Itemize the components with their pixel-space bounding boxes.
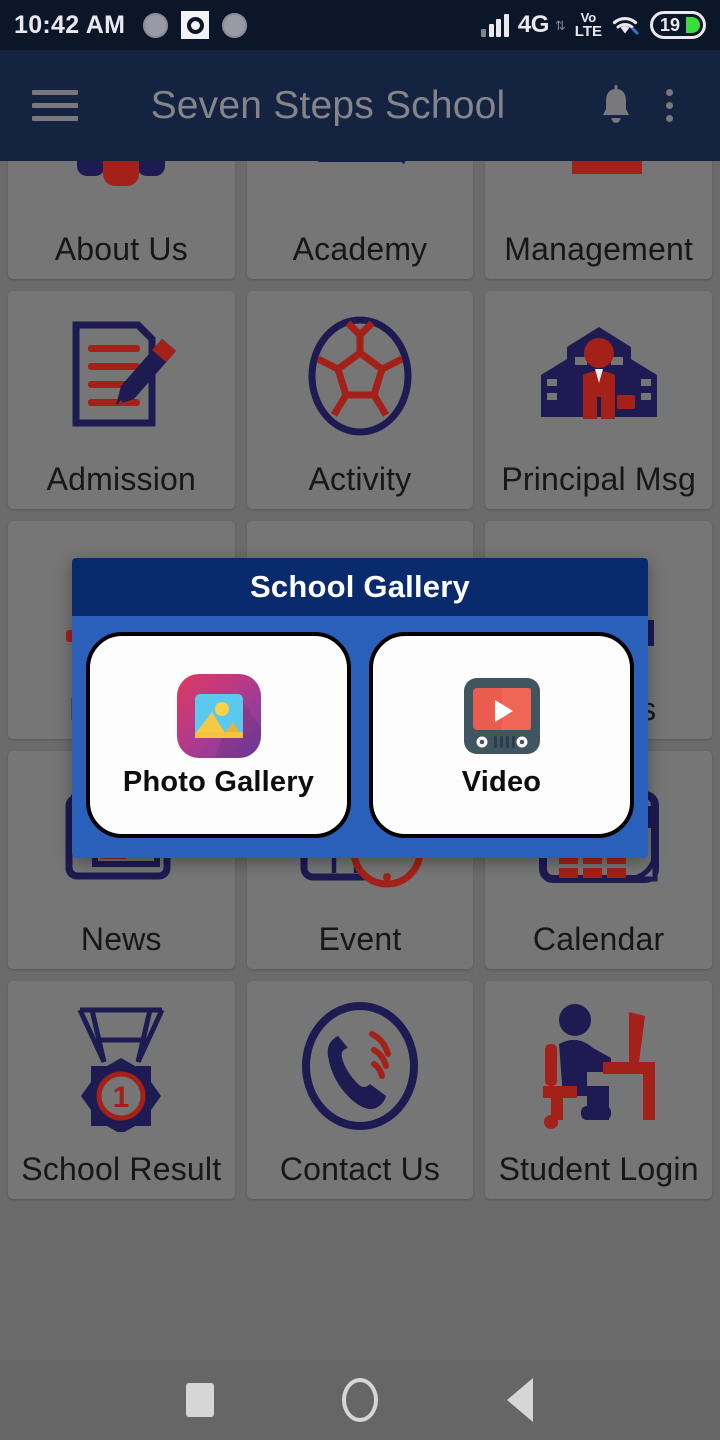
grid-tile-about-us[interactable]: About Us	[8, 161, 235, 279]
person-stairs-icon	[485, 161, 712, 232]
phone-screen: 10:42 AM 4G ⇅ Vo LTE 19 Seven Steps Scho…	[0, 0, 720, 1440]
square-icon	[186, 1383, 214, 1417]
volte-bottom-label: LTE	[574, 23, 602, 40]
menu-dot	[665, 115, 673, 122]
signal-bars-icon	[481, 13, 509, 37]
system-navigation-bar	[0, 1360, 720, 1440]
status-bar: 10:42 AM 4G ⇅ Vo LTE 19	[0, 0, 720, 50]
phone-ring-icon	[247, 981, 474, 1152]
grid-tile-activity[interactable]: Activity	[246, 291, 474, 509]
grid-tile-label: Student Login	[498, 1150, 699, 1187]
dialog-title: School Gallery	[250, 569, 470, 604]
video-label: Video	[461, 765, 542, 798]
photo-gallery-option[interactable]: Photo Gallery	[86, 632, 351, 838]
recents-button[interactable]	[160, 1360, 240, 1440]
grid-tile-label: Calendar	[532, 920, 665, 957]
back-button[interactable]	[480, 1360, 560, 1440]
grid-tile-school-result[interactable]: 1 School Result	[8, 981, 235, 1199]
network-type-label: 4G	[517, 11, 550, 38]
notification-dot-icon	[143, 12, 169, 38]
grid-tile-label: Principal Msg	[501, 460, 696, 497]
dialog-body: Photo Gallery Video	[72, 616, 648, 858]
grid-tile-label: About Us	[54, 230, 188, 267]
photo-gallery-icon	[175, 672, 263, 760]
battery-icon: 19	[650, 11, 706, 39]
football-icon	[247, 291, 474, 462]
video-player-icon	[458, 672, 546, 760]
circle-icon	[342, 1378, 378, 1422]
notification-dot-icon	[222, 12, 248, 38]
battery-level-label: 19	[660, 14, 681, 35]
grid-tile-label: Academy	[292, 230, 428, 267]
grid-tile-label: School Result	[21, 1150, 222, 1187]
screen-record-icon	[181, 11, 210, 39]
three-dot-menu-icon[interactable]	[644, 89, 694, 122]
menu-dot	[665, 102, 673, 109]
form-pencil-icon	[8, 291, 235, 462]
grid-tile-label: Contact Us	[279, 1150, 441, 1187]
app-bar: Seven Steps School	[0, 50, 720, 161]
grid-tile-label: News	[80, 920, 162, 957]
grid-tile-label: Activity	[308, 460, 412, 497]
school-gallery-dialog: School Gallery Photo Gallery Video	[72, 558, 648, 858]
person-desk-icon	[485, 981, 712, 1152]
grid-tile-management[interactable]: Management	[485, 161, 712, 279]
data-arrows-icon: ⇅	[554, 17, 566, 33]
volte-icon: Vo LTE	[575, 11, 602, 39]
dialog-header: School Gallery	[72, 558, 648, 616]
status-bar-system-icons: 4G ⇅ Vo LTE 19	[481, 11, 706, 39]
books-graduation-icon	[247, 161, 474, 232]
grid-tile-student-login[interactable]: Student Login	[485, 981, 712, 1199]
grid-tile-admission[interactable]: Admission	[8, 291, 235, 509]
bell-icon[interactable]	[588, 84, 644, 128]
status-bar-clock: 10:42 AM	[14, 10, 126, 39]
wifi-icon	[611, 13, 641, 37]
video-option[interactable]: Video	[369, 632, 634, 838]
photo-gallery-label: Photo Gallery	[122, 765, 315, 798]
svg-text:1: 1	[113, 1081, 130, 1114]
battery-fill	[686, 17, 700, 33]
medal-icon: 1	[8, 981, 235, 1152]
grid-tile-label: Management	[504, 230, 694, 267]
grid-tile-principal-msg[interactable]: Principal Msg	[485, 291, 712, 509]
three-people-icon	[8, 161, 235, 232]
triangle-left-icon	[507, 1378, 533, 1422]
grid-tile-academy[interactable]: Academy	[246, 161, 474, 279]
grid-tile-label: Event	[318, 920, 402, 957]
grid-tile-contact-us[interactable]: Contact Us	[246, 981, 474, 1199]
home-button[interactable]	[320, 1360, 400, 1440]
app-title: Seven Steps School	[150, 83, 506, 127]
status-bar-notification-icons	[143, 11, 248, 39]
person-building-icon	[485, 291, 712, 462]
menu-dot	[665, 89, 673, 96]
grid-tile-label: Admission	[46, 460, 197, 497]
